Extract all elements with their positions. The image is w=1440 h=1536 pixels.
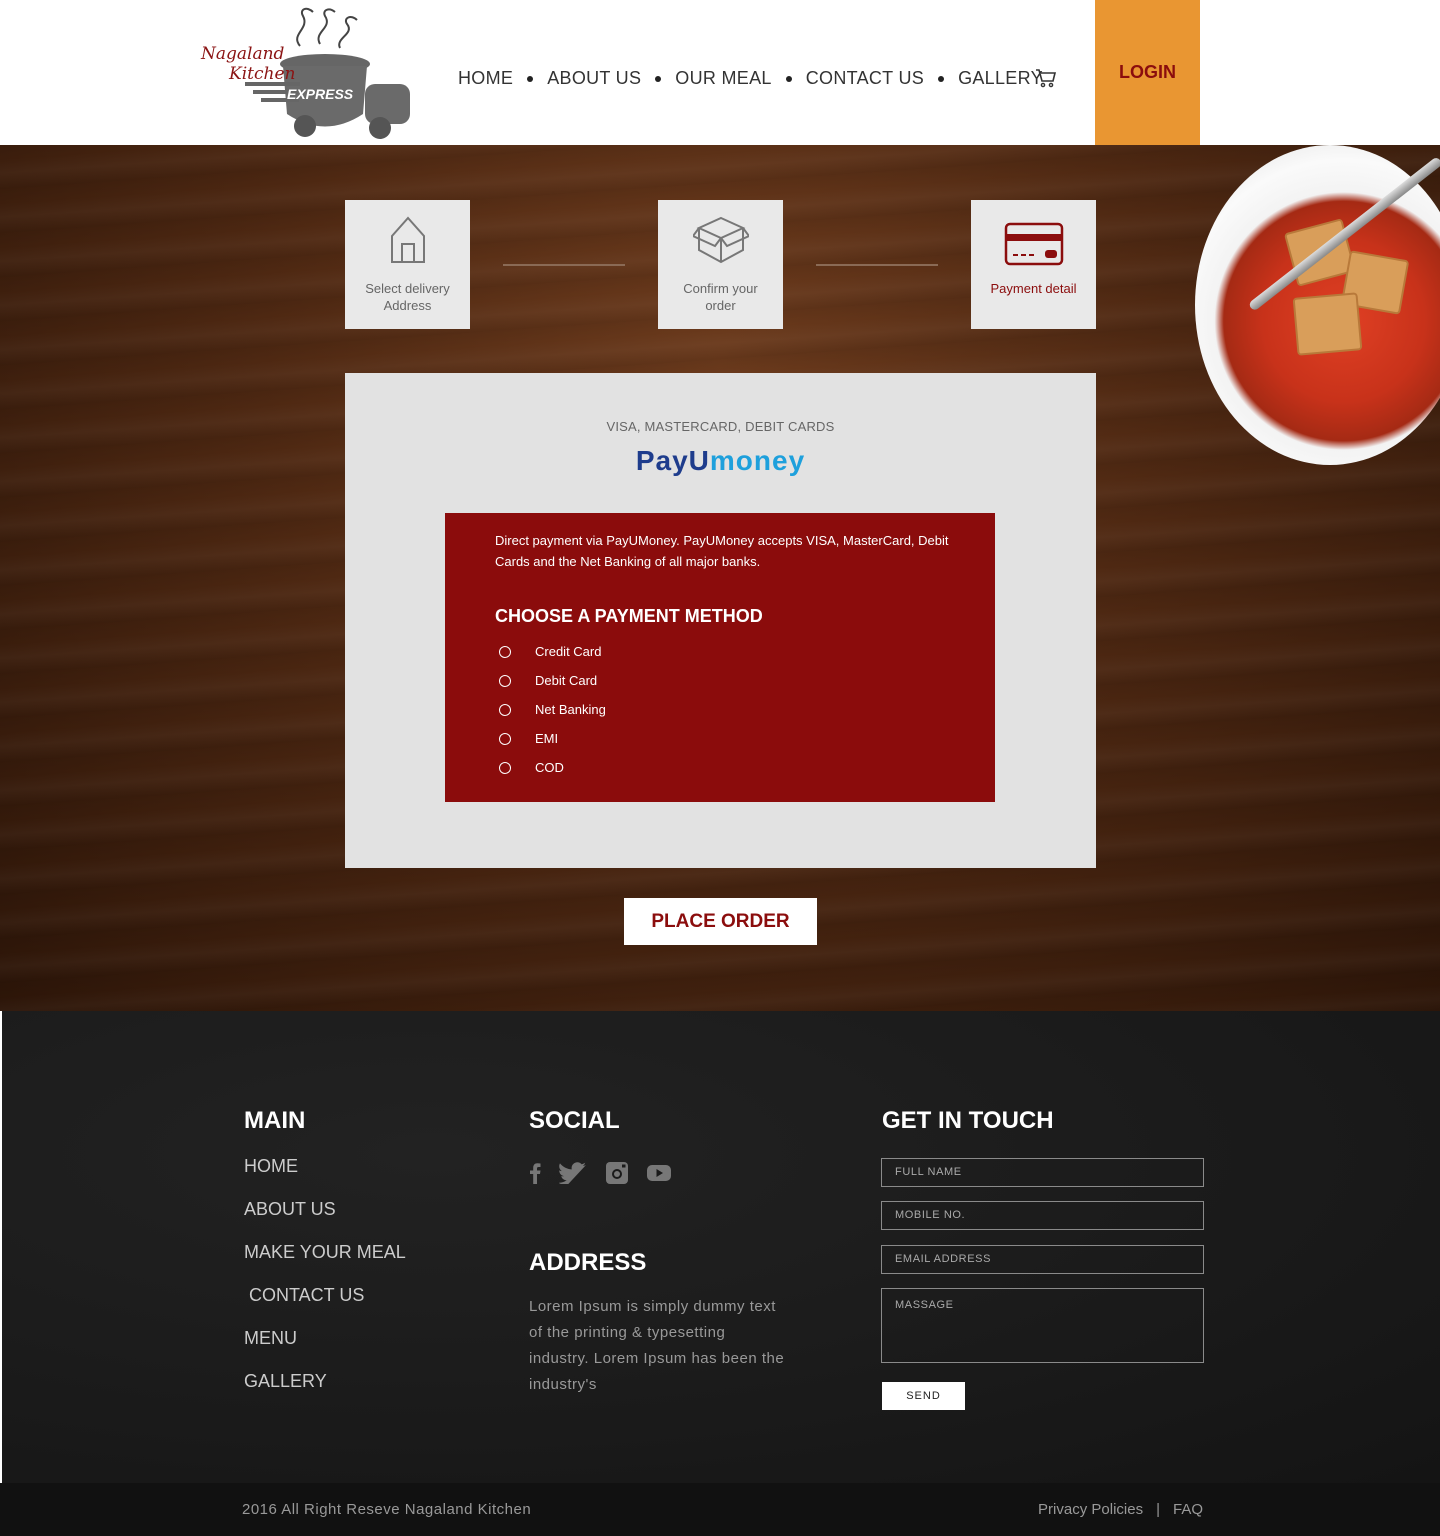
nav-separator-dot xyxy=(938,75,945,82)
footer-social-title: SOCIAL xyxy=(529,1107,620,1134)
youtube-icon[interactable] xyxy=(647,1164,671,1187)
footer-link-contact[interactable]: CONTACT US xyxy=(244,1285,364,1306)
site-header: Nagaland Kitchen EXPRESS HOME ABOUT US O… xyxy=(0,0,1440,145)
step-connector xyxy=(503,264,625,266)
step-payment-detail[interactable]: Payment detail xyxy=(971,200,1096,329)
site-logo[interactable]: Nagaland Kitchen EXPRESS xyxy=(195,4,415,142)
radio-button[interactable] xyxy=(499,674,511,687)
payment-option-cod[interactable]: COD xyxy=(499,760,564,775)
nav-contact[interactable]: CONTACT US xyxy=(806,68,924,89)
mobile-input[interactable]: MOBILE NO. xyxy=(881,1201,1204,1230)
full-name-input[interactable]: FULL NAME xyxy=(881,1158,1204,1187)
nav-separator-dot xyxy=(785,75,792,82)
nav-gallery[interactable]: GALLERY xyxy=(958,68,1043,89)
payment-option-emi[interactable]: EMI xyxy=(499,731,558,746)
login-button[interactable]: LOGIN xyxy=(1095,0,1200,145)
nav-home[interactable]: HOME xyxy=(458,68,513,89)
logo-pot-truck-icon xyxy=(245,7,410,139)
footer-link-menu[interactable]: MENU xyxy=(244,1328,297,1349)
payumoney-logo: PayUmoney xyxy=(635,445,806,476)
payment-panel: VISA, MASTERCARD, DEBIT CARDS PayUmoney … xyxy=(345,373,1096,868)
nav-about[interactable]: ABOUT US xyxy=(547,68,641,89)
twitter-icon[interactable] xyxy=(558,1162,587,1189)
payment-subtitle: VISA, MASTERCARD, DEBIT CARDS xyxy=(606,419,835,434)
step-connector xyxy=(816,264,938,266)
logo-text-express: EXPRESS xyxy=(287,86,354,102)
link-separator: | xyxy=(1156,1501,1160,1518)
footer-link-about[interactable]: ABOUT US xyxy=(244,1199,336,1220)
footer-link-make-meal[interactable]: MAKE YOUR MEAL xyxy=(244,1242,406,1263)
footer-address-title: ADDRESS xyxy=(529,1249,647,1276)
step-delivery-address[interactable]: Select delivery Address xyxy=(345,200,470,329)
step-label: Confirm your order xyxy=(683,281,758,313)
checkout-section: Select delivery Address Confirm your ord… xyxy=(0,145,1440,1011)
faq-link[interactable]: FAQ xyxy=(1173,1501,1203,1518)
message-textarea[interactable]: MASSAGE xyxy=(881,1288,1204,1363)
payment-option-credit-card[interactable]: Credit Card xyxy=(499,644,601,659)
radio-button[interactable] xyxy=(499,703,511,716)
footer-link-gallery[interactable]: GALLERY xyxy=(244,1371,327,1392)
instagram-icon[interactable] xyxy=(605,1161,629,1190)
bottom-bar: 2016 All Right Reseve Nagaland Kitchen P… xyxy=(0,1483,1440,1536)
footer-link-home[interactable]: HOME xyxy=(244,1156,298,1177)
site-footer: MAIN HOME ABOUT US MAKE YOUR MEAL CONTAC… xyxy=(0,1011,1440,1483)
payment-method-title: CHOOSE A PAYMENT METHOD xyxy=(495,606,763,626)
nav-our-meal[interactable]: OUR MEAL xyxy=(675,68,771,89)
social-icons xyxy=(529,1161,689,1190)
radio-button[interactable] xyxy=(499,761,511,774)
payment-description: Direct payment via PayUMoney. PayUMoney … xyxy=(495,533,949,569)
step-confirm-order[interactable]: Confirm your order xyxy=(658,200,783,329)
radio-button[interactable] xyxy=(499,732,511,745)
step-label: Select delivery Address xyxy=(365,281,450,313)
payment-option-debit-card[interactable]: Debit Card xyxy=(499,673,597,688)
step-label: Payment detail xyxy=(990,281,1077,296)
footer-contact-title: GET IN TOUCH xyxy=(882,1107,1054,1134)
cart-icon[interactable] xyxy=(1034,66,1058,90)
logo-text-nagaland: Nagaland xyxy=(201,44,285,64)
footer-address-text: Lorem Ipsum is simply dummy text of the … xyxy=(529,1298,785,1393)
house-icon xyxy=(345,214,470,270)
nav-separator-dot xyxy=(527,75,534,82)
card-icon xyxy=(971,214,1096,270)
bottom-links: Privacy Policies | FAQ xyxy=(1038,1501,1203,1518)
nav-separator-dot xyxy=(655,75,662,82)
privacy-policies-link[interactable]: Privacy Policies xyxy=(1038,1501,1143,1518)
send-button[interactable]: SEND xyxy=(882,1382,965,1410)
facebook-icon[interactable] xyxy=(529,1162,541,1189)
radio-button[interactable] xyxy=(499,645,511,658)
payment-methods-box: Direct payment via PayUMoney. PayUMoney … xyxy=(445,513,995,802)
box-icon xyxy=(658,214,783,270)
copyright-text: 2016 All Right Reseve Nagaland Kitchen xyxy=(242,1501,532,1518)
tofu-piece xyxy=(1292,292,1363,356)
main-nav: HOME ABOUT US OUR MEAL CONTACT US GALLER… xyxy=(458,68,1043,89)
email-input[interactable]: EMAIL ADDRESS xyxy=(881,1245,1204,1274)
footer-main-title: MAIN xyxy=(244,1107,306,1134)
place-order-button[interactable]: PLACE ORDER xyxy=(624,898,817,945)
logo-text-kitchen: Kitchen xyxy=(229,64,296,84)
payment-option-net-banking[interactable]: Net Banking xyxy=(499,702,606,717)
